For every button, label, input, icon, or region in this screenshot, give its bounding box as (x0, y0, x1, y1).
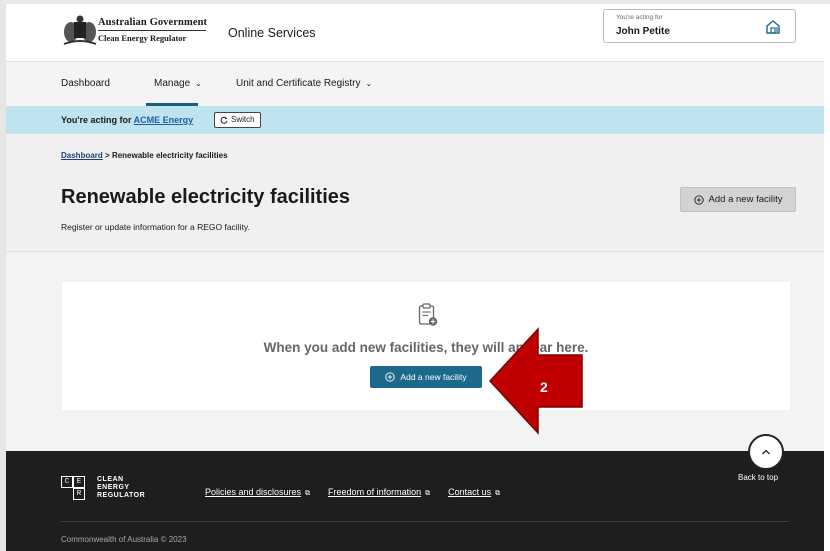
acting-for-label: You're acting for (616, 14, 663, 21)
add-new-facility-button-label: Add a new facility (400, 372, 467, 382)
page-header-area: Dashboard > Renewable electricity facili… (6, 134, 824, 252)
footer-link-label: Freedom of information (328, 487, 422, 497)
service-title: Online Services (228, 26, 316, 40)
cer-logo-letter: C (61, 476, 73, 488)
breadcrumb-current: Renewable electricity facilities (111, 151, 228, 160)
refresh-icon (220, 116, 228, 124)
nav-manage[interactable]: Manage ⌄ (154, 78, 202, 89)
page-subtitle: Register or update information for a REG… (61, 222, 250, 232)
chevron-up-icon (762, 449, 770, 455)
add-new-facility-button[interactable]: Add a new facility (370, 366, 482, 388)
breadcrumb-separator: > (105, 151, 110, 160)
site-footer: C E R CLEAN ENERGY REGULATOR Policies an… (6, 451, 824, 551)
footer-link-label: Policies and disclosures (205, 487, 302, 497)
footer-link-contact[interactable]: Contact us ⧉ (448, 487, 500, 498)
external-link-icon: ⧉ (425, 490, 431, 497)
external-link-icon: ⧉ (495, 490, 501, 497)
clipboard-add-icon (418, 303, 438, 326)
chevron-down-icon: ⌄ (365, 79, 373, 88)
footer-link-foi[interactable]: Freedom of information ⧉ (328, 487, 430, 498)
cer-logo-text: CLEAN ENERGY REGULATOR (97, 476, 145, 500)
agency-name: Clean Energy Regulator (98, 33, 187, 43)
acting-for-banner: You're acting for ACME Energy Switch (6, 106, 824, 134)
nav-dashboard[interactable]: Dashboard (61, 78, 110, 89)
nav-registry-label: Unit and Certificate Registry (236, 78, 361, 89)
breadcrumb: Dashboard > Renewable electricity facili… (61, 151, 228, 160)
cer-text-line: ENERGY (97, 484, 130, 491)
footer-link-label: Contact us (448, 487, 492, 497)
acting-for-name: John Petite (616, 26, 670, 37)
cer-logo-letter: E (73, 476, 85, 488)
main-content: When you add new facilities, they will a… (6, 252, 824, 451)
add-new-facility-button-header[interactable]: Add a new facility (680, 187, 796, 212)
acting-for-prefix: You're acting for (61, 115, 132, 125)
site-header: Australian Government Clean Energy Regul… (6, 4, 824, 62)
cer-text-line: REGULATOR (97, 492, 146, 499)
breadcrumb-dashboard-link[interactable]: Dashboard (61, 151, 103, 160)
annotation-step-number: 2 (540, 379, 548, 395)
plus-circle-icon (385, 372, 396, 382)
acting-for-selector[interactable]: You're acting for John Petite (603, 9, 796, 43)
empty-state-message: When you add new facilities, they will a… (263, 340, 589, 355)
nav-manage-label: Manage (154, 78, 191, 89)
footer-link-policies[interactable]: Policies and disclosures ⧉ (205, 487, 310, 498)
nav-unit-certificate-registry[interactable]: Unit and Certificate Registry ⌄ (236, 78, 372, 89)
external-link-icon: ⧉ (305, 490, 311, 497)
back-to-top-button[interactable] (748, 434, 784, 470)
footer-links: Policies and disclosures ⧉ Freedom of inf… (205, 487, 500, 498)
switch-label: Switch (231, 115, 255, 124)
government-logo-text: Australian Government Clean Energy Regul… (98, 17, 207, 43)
chevron-down-icon: ⌄ (195, 79, 202, 88)
copyright-text: Commonwealth of Australia © 2023 (61, 535, 187, 544)
annotation-arrow-icon (488, 327, 583, 435)
page-title: Renewable electricity facilities (61, 186, 351, 208)
cer-logo-letter: R (73, 488, 85, 500)
building-icon (766, 20, 780, 34)
acting-for-banner-text: You're acting for ACME Energy (61, 115, 193, 125)
acting-org-link[interactable]: ACME Energy (134, 115, 194, 125)
empty-state-card: When you add new facilities, they will a… (62, 282, 790, 410)
nav-dashboard-label: Dashboard (61, 78, 110, 89)
plus-circle-icon (693, 194, 704, 205)
gov-name: Australian Government (98, 17, 208, 28)
switch-button[interactable]: Switch (214, 112, 261, 128)
main-navigation: Dashboard Manage ⌄ Unit and Certificate R… (6, 62, 824, 106)
footer-divider (61, 521, 789, 522)
back-to-top-label: Back to top (738, 473, 779, 482)
coat-of-arms-icon (63, 15, 97, 45)
add-new-facility-label: Add a new facility (708, 194, 783, 205)
cer-text-line: CLEAN (97, 476, 124, 483)
